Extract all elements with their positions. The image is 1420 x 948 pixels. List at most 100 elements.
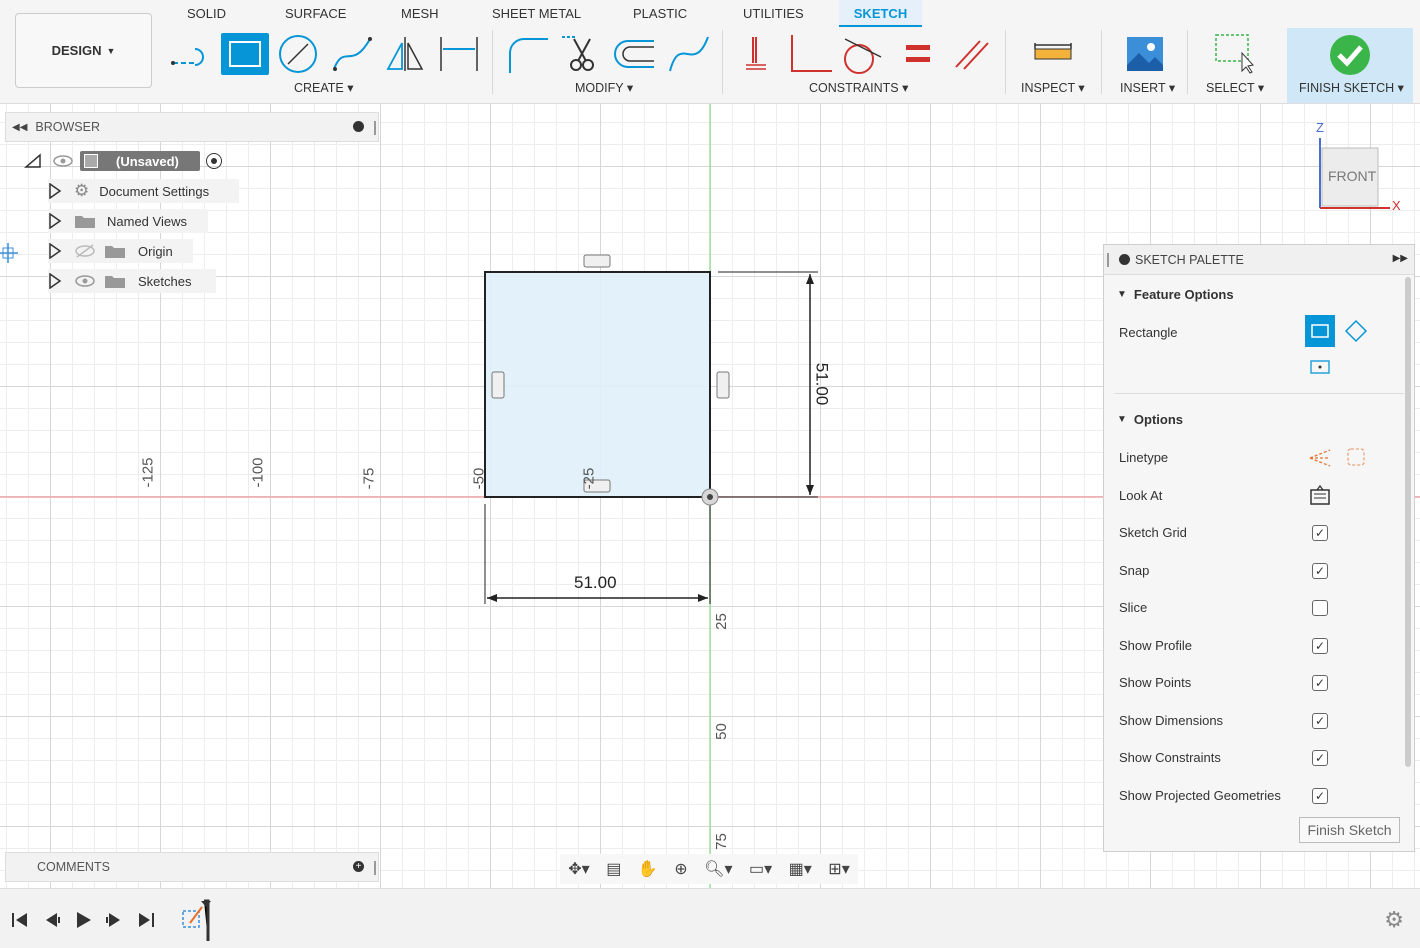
tab-surface[interactable]: SURFACE bbox=[277, 0, 354, 27]
comments-panel-header[interactable]: COMMENTS + bbox=[5, 852, 379, 882]
browser-root-row[interactable]: (Unsaved) bbox=[24, 149, 234, 173]
palette-option-checkbox[interactable] bbox=[1312, 600, 1328, 616]
line-tool-icon[interactable] bbox=[167, 33, 211, 75]
eye-hidden-icon[interactable] bbox=[74, 244, 96, 258]
circle-tool-icon[interactable] bbox=[276, 33, 320, 75]
spline-tool-icon[interactable] bbox=[330, 33, 374, 75]
expand-triangle-icon[interactable] bbox=[48, 243, 62, 259]
palette-option-row[interactable]: Show Profile ✓ bbox=[1104, 637, 1404, 658]
expand-triangle-icon[interactable] bbox=[48, 273, 62, 289]
two-point-rectangle-icon[interactable] bbox=[1305, 315, 1335, 347]
width-dimension-value[interactable]: 51.00 bbox=[574, 573, 617, 593]
create-menu[interactable]: CREATE ▾ bbox=[294, 80, 354, 95]
select-menu[interactable]: SELECT ▾ bbox=[1206, 80, 1264, 95]
fillet-tool-icon[interactable] bbox=[504, 33, 548, 75]
palette-option-row[interactable]: Show Constraints ✓ bbox=[1104, 750, 1404, 770]
browser-item-document-settings[interactable]: ⚙ Document Settings bbox=[48, 179, 239, 203]
palette-option-row[interactable]: Show Dimensions ✓ bbox=[1104, 712, 1404, 733]
fix-constraint-icon[interactable] bbox=[734, 33, 778, 75]
finish-sketch-area[interactable]: FINISH SKETCH ▾ bbox=[1287, 28, 1413, 103]
expand-triangle-icon[interactable] bbox=[48, 183, 62, 199]
insert-menu[interactable]: INSERT ▾ bbox=[1120, 80, 1175, 95]
sketch-palette-header[interactable]: SKETCH PALETTE ▶▶ bbox=[1104, 245, 1414, 275]
construction-linetype-icon[interactable] bbox=[1308, 446, 1332, 473]
root-component[interactable]: (Unsaved) bbox=[80, 151, 200, 171]
inspect-menu[interactable]: INSPECT ▾ bbox=[1021, 80, 1085, 95]
play-icon[interactable] bbox=[74, 911, 94, 929]
tab-sketch[interactable]: SKETCH bbox=[839, 0, 922, 27]
browser-item-sketches[interactable]: Sketches bbox=[48, 269, 216, 293]
options-section[interactable]: ▼ Options bbox=[1117, 412, 1183, 427]
palette-option-checkbox[interactable]: ✓ bbox=[1312, 525, 1328, 541]
viewcube[interactable]: Z X FRONT bbox=[1300, 118, 1410, 218]
viewports-icon[interactable]: ⊞▾ bbox=[828, 859, 849, 879]
viewcube-face-label[interactable]: FRONT bbox=[1328, 168, 1376, 184]
palette-scrollbar[interactable] bbox=[1405, 277, 1411, 767]
zoom-icon[interactable]: ⊕ bbox=[674, 859, 687, 879]
tab-mesh[interactable]: MESH bbox=[393, 0, 447, 27]
dimension-tool-icon[interactable] bbox=[437, 33, 481, 75]
activate-radio-icon[interactable] bbox=[206, 153, 222, 169]
measure-icon[interactable] bbox=[1031, 33, 1075, 75]
curve-tool-icon[interactable] bbox=[666, 33, 710, 75]
pan-hand-icon[interactable]: ✋ bbox=[638, 859, 658, 879]
gear-icon[interactable]: ⚙ bbox=[1384, 907, 1404, 933]
expand-triangle-icon[interactable] bbox=[48, 213, 62, 229]
finish-sketch-button[interactable]: Finish Sketch bbox=[1299, 817, 1400, 843]
palette-option-checkbox[interactable]: ✓ bbox=[1312, 787, 1328, 804]
collapse-left-icon[interactable]: ◀◀ bbox=[12, 122, 27, 133]
plus-circle-icon[interactable]: + bbox=[353, 861, 364, 872]
three-point-rectangle-icon[interactable] bbox=[1344, 319, 1368, 346]
go-to-end-icon[interactable] bbox=[136, 911, 156, 929]
rectangle-tool-icon[interactable] bbox=[221, 33, 269, 75]
height-dimension-value[interactable]: 51.00 bbox=[811, 363, 831, 406]
panel-resize-handle[interactable] bbox=[374, 121, 376, 135]
palette-option-checkbox[interactable]: ✓ bbox=[1312, 562, 1328, 579]
eye-icon[interactable] bbox=[74, 274, 96, 288]
display-settings-icon[interactable]: ▭▾ bbox=[749, 859, 772, 879]
workspace-switcher[interactable]: DESIGN ▼ bbox=[15, 13, 152, 88]
equal-constraint-icon[interactable] bbox=[896, 33, 940, 75]
palette-option-checkbox[interactable]: ✓ bbox=[1312, 675, 1328, 691]
palette-option-checkbox[interactable]: ✓ bbox=[1312, 637, 1328, 654]
step-back-icon[interactable] bbox=[42, 911, 62, 929]
palette-option-row[interactable]: Show Projected Geometries ✓ bbox=[1104, 787, 1404, 808]
grid-settings-icon[interactable]: ▦▾ bbox=[789, 859, 812, 879]
minus-circle-icon[interactable] bbox=[1119, 254, 1130, 265]
tab-plastic[interactable]: PLASTIC bbox=[625, 0, 695, 27]
center-rectangle-icon[interactable] bbox=[1309, 358, 1331, 379]
constraints-menu[interactable]: CONSTRAINTS ▾ bbox=[809, 80, 908, 95]
perpendicular-constraint-icon[interactable] bbox=[788, 33, 832, 75]
minus-circle-icon[interactable] bbox=[353, 121, 364, 132]
step-forward-icon[interactable] bbox=[104, 911, 124, 929]
select-icon[interactable] bbox=[1212, 33, 1256, 75]
palette-option-checkbox[interactable]: ✓ bbox=[1312, 712, 1328, 729]
go-to-start-icon[interactable] bbox=[10, 911, 30, 929]
feature-options-section[interactable]: ▼ Feature Options bbox=[1117, 287, 1234, 302]
tab-sheet-metal[interactable]: SHEET METAL bbox=[484, 0, 589, 27]
parallel-constraint-icon[interactable] bbox=[950, 33, 994, 75]
panel-resize-handle[interactable] bbox=[374, 861, 376, 875]
expand-triangle-icon[interactable] bbox=[24, 153, 44, 169]
trim-tool-icon[interactable] bbox=[560, 33, 604, 75]
modify-menu[interactable]: MODIFY ▾ bbox=[575, 80, 633, 95]
look-at-icon[interactable]: ▤ bbox=[606, 859, 621, 879]
offset-tool-icon[interactable] bbox=[612, 33, 656, 75]
mirror-tool-icon[interactable] bbox=[384, 33, 428, 75]
browser-panel-header[interactable]: ◀◀ BROWSER bbox=[5, 112, 379, 142]
palette-option-row[interactable]: Sketch Grid ✓ bbox=[1104, 525, 1404, 545]
zoom-window-icon[interactable]: 🔍︎▾ bbox=[704, 859, 732, 879]
expand-right-icon[interactable]: ▶▶ bbox=[1393, 253, 1408, 264]
look-at-icon[interactable] bbox=[1309, 484, 1331, 509]
centerline-linetype-icon[interactable] bbox=[1345, 446, 1369, 473]
panel-drag-handle[interactable] bbox=[1107, 252, 1109, 267]
browser-item-origin[interactable]: Origin bbox=[48, 239, 193, 263]
eye-icon[interactable] bbox=[52, 154, 74, 168]
palette-option-row[interactable]: Slice bbox=[1104, 600, 1404, 620]
timeline-sketch-feature-icon[interactable] bbox=[180, 899, 216, 941]
tangent-constraint-icon[interactable] bbox=[839, 33, 883, 75]
orbit-icon[interactable]: ✥▾ bbox=[568, 859, 589, 879]
tab-utilities[interactable]: UTILITIES bbox=[735, 0, 812, 27]
palette-option-row[interactable]: Snap ✓ bbox=[1104, 562, 1404, 583]
palette-option-row[interactable]: Show Points ✓ bbox=[1104, 675, 1404, 695]
